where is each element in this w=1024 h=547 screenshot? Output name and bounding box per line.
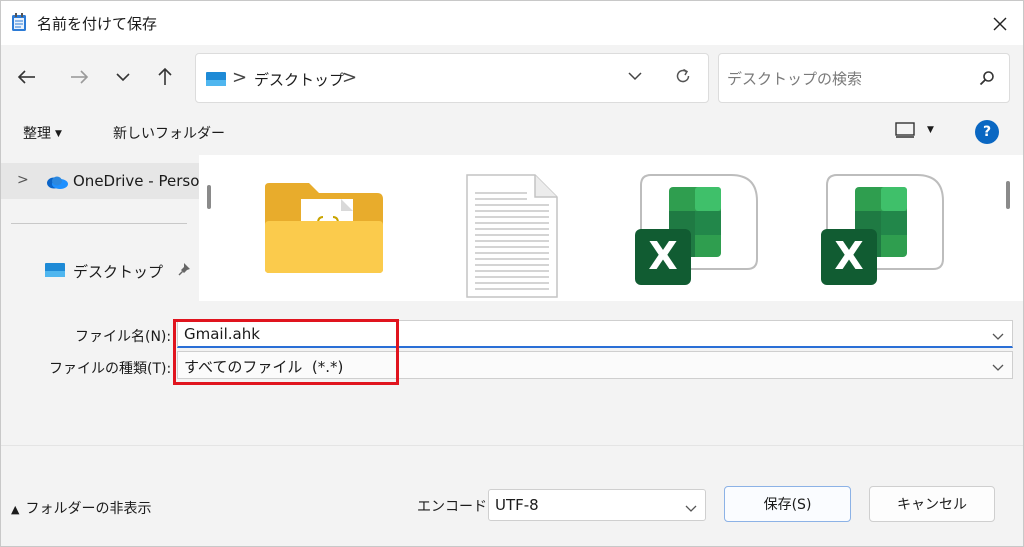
- browse-area: > OneDrive - Personal: [1, 155, 1023, 301]
- close-icon: [993, 17, 1007, 31]
- encoding-select[interactable]: UTF-8: [488, 489, 706, 521]
- svg-text:X: X: [834, 234, 863, 278]
- nav-item-label: OneDrive - Personal: [73, 172, 199, 190]
- window-title: 名前を付けて保存: [37, 15, 158, 33]
- chevron-down-icon: [992, 364, 1004, 371]
- close-button[interactable]: [985, 9, 1015, 39]
- view-mode-button[interactable]: [895, 122, 915, 142]
- expand-chevron-icon[interactable]: >: [17, 172, 29, 188]
- nav-divider: [11, 223, 187, 224]
- encoding-dropdown[interactable]: [685, 501, 697, 517]
- filename-input[interactable]: Gmail.ahk: [184, 325, 260, 343]
- view-icon: [895, 122, 915, 138]
- file-item[interactable]: [463, 173, 559, 301]
- cancel-button[interactable]: キャンセル: [869, 486, 995, 522]
- breadcrumb-separator[interactable]: >: [342, 67, 357, 88]
- nav-pane-scrollbar[interactable]: [207, 185, 211, 209]
- recent-locations-button[interactable]: [111, 65, 135, 89]
- caret-down-icon: ▼: [55, 129, 62, 139]
- refresh-button[interactable]: [674, 67, 692, 89]
- dialog-footer: ▲ フォルダーの非表示 エンコード: UTF-8 保存(S) キャンセル: [1, 445, 1023, 546]
- chevron-up-icon: ▲: [11, 503, 20, 516]
- file-list-scrollbar[interactable]: [1006, 181, 1010, 209]
- breadcrumb-desktop[interactable]: デスクトップ: [254, 69, 344, 90]
- filetype-label: ファイルの種類(T):: [49, 361, 172, 377]
- new-folder-button[interactable]: 新しいフォルダー: [113, 123, 225, 143]
- onedrive-cloud-icon: [45, 174, 69, 194]
- desktop-icon: [45, 262, 65, 282]
- nav-item-onedrive[interactable]: > OneDrive - Personal: [1, 163, 199, 199]
- notepad-icon: [11, 12, 27, 32]
- nav-item-label: デスクトップ: [73, 263, 164, 281]
- filename-dropdown[interactable]: [992, 329, 1004, 345]
- organize-menu-button[interactable]: 整理 ▼: [23, 123, 62, 143]
- search-icon[interactable]: [979, 70, 995, 90]
- file-item[interactable]: X: [821, 173, 945, 289]
- file-item[interactable]: X: [635, 173, 759, 289]
- chevron-down-icon: [685, 505, 697, 512]
- command-bar: 整理 ▼ 新しいフォルダー ▼ ?: [1, 109, 1023, 155]
- folder-icon: [265, 183, 383, 273]
- arrow-left-icon: [17, 70, 35, 84]
- help-button[interactable]: ?: [975, 120, 999, 144]
- search-box[interactable]: [718, 53, 1010, 103]
- text-document-icon: [466, 174, 558, 298]
- excel-file-icon: X: [821, 174, 944, 285]
- title-bar: 名前を付けて保存: [1, 1, 1023, 45]
- chevron-down-icon: [628, 72, 642, 81]
- address-history-dropdown[interactable]: [628, 69, 642, 85]
- filetype-value: すべてのファイル (*.*): [184, 358, 344, 376]
- filetype-select[interactable]: すべてのファイル (*.*): [177, 351, 1013, 379]
- pin-icon: [178, 262, 192, 280]
- view-options-dropdown[interactable]: ▼: [927, 125, 934, 135]
- hide-folders-toggle[interactable]: ▲ フォルダーの非表示: [11, 498, 151, 518]
- encoding-value: UTF-8: [495, 496, 539, 514]
- save-as-dialog: 名前を付けて保存 > デスクトップ > デスクトップの検索 整理 ▼ 新しいフォ…: [0, 0, 1024, 547]
- search-input[interactable]: [727, 67, 967, 91]
- organize-label: 整理: [23, 126, 51, 142]
- chevron-down-icon: [992, 333, 1004, 340]
- navigation-pane: > OneDrive - Personal: [1, 155, 199, 301]
- file-list: X X: [221, 155, 1001, 301]
- arrow-up-icon: [158, 67, 172, 85]
- breadcrumb-separator: >: [232, 67, 248, 88]
- file-item[interactable]: [261, 173, 387, 287]
- nav-item-desktop[interactable]: デスクトップ: [1, 255, 199, 285]
- excel-file-icon: X: [635, 174, 758, 285]
- svg-text:X: X: [648, 234, 677, 278]
- filename-combobox[interactable]: Gmail.ahk: [177, 320, 1013, 348]
- filename-label: ファイル名(N):: [75, 329, 172, 345]
- forward-button[interactable]: [67, 65, 91, 89]
- address-bar[interactable]: > デスクトップ >: [195, 53, 709, 103]
- encoding-label: エンコード:: [417, 499, 492, 515]
- save-fields: ファイル名(N): Gmail.ahk ファイルの種類(T): すべてのファイル…: [1, 301, 1023, 445]
- up-button[interactable]: [153, 65, 177, 89]
- navigation-bar: > デスクトップ >: [1, 45, 1023, 109]
- chevron-down-icon: [116, 73, 130, 82]
- back-button[interactable]: [15, 65, 39, 89]
- hide-folders-label: フォルダーの非表示: [25, 501, 152, 517]
- filetype-dropdown[interactable]: [992, 360, 1004, 376]
- arrow-right-icon: [71, 70, 89, 84]
- desktop-icon: [206, 71, 226, 91]
- refresh-icon: [676, 68, 690, 83]
- save-button[interactable]: 保存(S): [724, 486, 851, 522]
